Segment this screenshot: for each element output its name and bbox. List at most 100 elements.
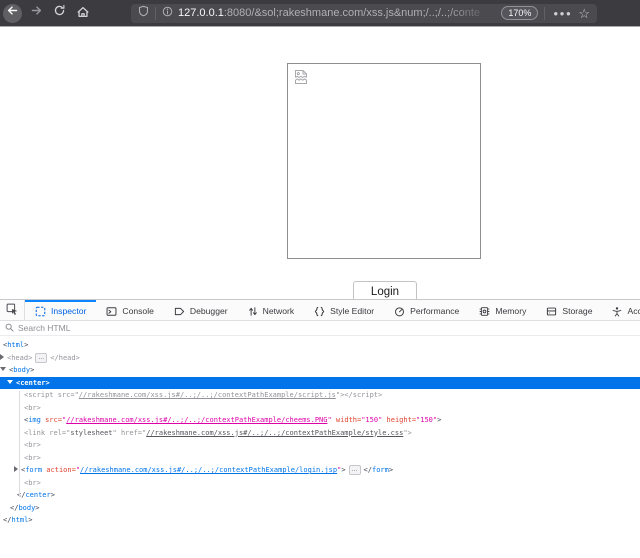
markup-token: " href=" (113, 429, 147, 437)
tracking-protection-shield-icon[interactable] (138, 4, 149, 22)
search-input[interactable] (18, 323, 635, 333)
markup-row[interactable]: <br> (0, 452, 640, 465)
markup-row[interactable]: <body> (0, 364, 640, 377)
back-arrow-icon (6, 4, 19, 22)
markup-token: > (28, 516, 32, 524)
browser-toolbar: 127.0.0.1:8080/&sol;rakeshmane.com/xss.j… (0, 0, 640, 27)
expander-collapsed-icon[interactable] (14, 466, 18, 472)
browser-window: 127.0.0.1:8080/&sol;rakeshmane.com/xss.j… (0, 0, 640, 558)
node-picker-button[interactable] (0, 300, 25, 320)
url-host: 127.0.0.1 (178, 7, 224, 19)
memory-icon (479, 306, 490, 317)
url-bar[interactable]: 127.0.0.1:8080/&sol;rakeshmane.com/xss.j… (131, 4, 597, 23)
markup-token: > (51, 491, 55, 499)
markup-token: <script src=" (24, 391, 79, 399)
markup-token: //rakeshmane.com/xss.js#/..;/..;/context… (66, 416, 327, 424)
tab-style-editor[interactable]: Style Editor (304, 300, 384, 320)
forward-arrow-icon (30, 4, 43, 22)
markup-token: > (389, 466, 393, 474)
markup-token: <link rel=" (24, 429, 70, 437)
markup-token: <br> (24, 404, 41, 412)
collapsed-content-badge[interactable]: … (35, 353, 47, 363)
markup-token: "150" (361, 416, 382, 424)
debugger-icon (174, 306, 185, 317)
tab-inspector[interactable]: Inspector (25, 300, 96, 320)
markup-token: src (45, 416, 58, 424)
expander-expanded-icon[interactable] (7, 380, 13, 384)
login-button[interactable]: Login (353, 281, 417, 299)
markup-row[interactable]: <br> (0, 402, 640, 415)
home-button[interactable] (76, 5, 90, 21)
performance-icon (394, 306, 405, 317)
inspector-icon (35, 306, 46, 317)
zoom-level-badge[interactable]: 170% (501, 6, 538, 20)
html-search-bar (0, 321, 640, 336)
markup-token: <head> (7, 354, 32, 362)
markup-token: "150" (416, 416, 437, 424)
markup-token: img (28, 416, 41, 424)
markup-token: > (35, 504, 39, 512)
bookmark-star-icon[interactable]: ☆ (578, 7, 590, 20)
tab-label: Accessibility (627, 306, 640, 316)
indent-guide (19, 391, 20, 497)
forward-button[interactable] (30, 4, 43, 22)
tab-storage[interactable]: Storage (536, 300, 602, 320)
node-picker-icon (6, 303, 18, 317)
tab-console[interactable]: Console (96, 300, 164, 320)
markup-token: <br> (24, 441, 41, 449)
markup-row[interactable]: <br> (0, 477, 640, 490)
tab-debugger[interactable]: Debugger (164, 300, 238, 320)
style-editor-icon (314, 306, 325, 317)
tab-network[interactable]: Network (238, 300, 305, 320)
tab-label: Style Editor (330, 306, 374, 316)
accessibility-icon (612, 306, 622, 317)
collapsed-content-badge[interactable]: … (349, 465, 361, 475)
tab-label: Console (122, 306, 154, 316)
markup-token: action (46, 466, 71, 474)
tab-label: Inspector (51, 306, 86, 316)
markup-token: height (387, 416, 412, 424)
markup-token: > (46, 379, 50, 387)
devtools-panel: Inspector Console Debugger Network Style Edi… (0, 299, 640, 558)
urlbar-divider (155, 7, 156, 20)
markup-row[interactable]: <html> (0, 339, 640, 352)
markup-row[interactable]: <img src="//rakeshmane.com/xss.js#/..;/.… (0, 414, 640, 427)
markup-token: width (336, 416, 357, 424)
markup-token: > (341, 466, 345, 474)
markup-row[interactable]: </center> (0, 489, 640, 502)
markup-token: html (7, 341, 24, 349)
markup-token: </ (364, 466, 372, 474)
tab-label: Debugger (190, 306, 228, 316)
markup-row[interactable]: <script src="//rakeshmane.com/xss.js#/..… (0, 389, 640, 402)
devtools-tabbar-tabs: Inspector Console Debugger Network Style Edi… (25, 300, 640, 320)
markup-row[interactable]: <center> (0, 377, 640, 390)
tab-accessibility[interactable]: Accessibility (602, 300, 640, 320)
url-path: :8080/&sol;rakeshmane.com/xss.js&num;/..… (224, 7, 480, 19)
devtools-tabbar: Inspector Console Debugger Network Style Edi… (0, 300, 640, 321)
markup-row[interactable]: <link rel="stylesheet" href="//rakeshman… (0, 427, 640, 440)
markup-token: body (18, 504, 35, 512)
markup-view: <html><head>…</head><body><center><scrip… (0, 336, 640, 558)
markup-token: html (11, 516, 28, 524)
tab-memory[interactable]: Memory (469, 300, 536, 320)
tab-performance[interactable]: Performance (384, 300, 469, 320)
markup-token: > (30, 366, 34, 374)
page-content: Login (0, 27, 640, 299)
page-actions-button[interactable]: ●●● (553, 9, 572, 18)
markup-token: > (437, 416, 441, 424)
reload-button[interactable] (53, 4, 66, 22)
markup-row[interactable]: <head>…</head> (0, 352, 640, 365)
markup-token: //rakeshmane.com/xss.js#/..;/..;/context… (146, 429, 403, 437)
markup-row[interactable]: <form action="//rakeshmane.com/xss.js#/.… (0, 464, 640, 477)
tab-label: Memory (495, 306, 526, 316)
markup-row[interactable]: </html> (0, 514, 640, 527)
markup-token: </head> (50, 354, 80, 362)
site-info-icon[interactable] (162, 4, 173, 22)
expander-collapsed-icon[interactable] (0, 354, 4, 360)
markup-row[interactable]: </body> (0, 502, 640, 515)
markup-token: form (25, 466, 42, 474)
markup-row[interactable]: <br> (0, 439, 640, 452)
urlbar-divider-2 (544, 7, 545, 20)
expander-expanded-icon[interactable] (0, 367, 6, 371)
back-button[interactable] (3, 4, 22, 23)
